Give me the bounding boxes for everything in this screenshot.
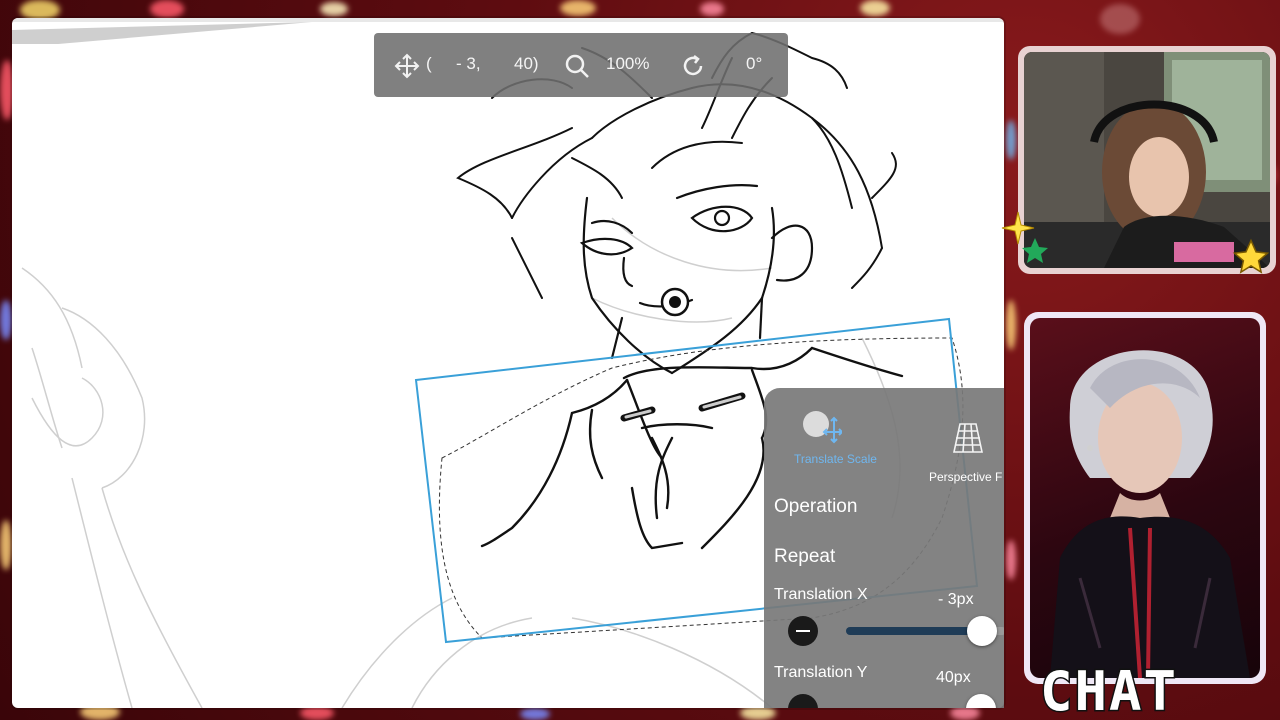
transform-panel: Translate Scale Perspective F Operation … — [764, 388, 1004, 708]
translation-x-slider-knob[interactable] — [967, 616, 997, 646]
webcam-feed — [1024, 52, 1270, 268]
mode-label-perspective: Perspective F — [929, 470, 1003, 484]
yellow-star-icon — [1232, 238, 1270, 274]
green-star-icon — [1022, 238, 1048, 263]
translate-scale-icon — [802, 408, 844, 449]
character-portrait-frame — [1024, 312, 1266, 684]
translation-y-label: Translation Y — [774, 664, 868, 681]
rotate-icon — [680, 53, 706, 79]
move-arrows-icon — [394, 53, 420, 79]
character-portrait — [1030, 318, 1260, 678]
translation-y-decrement-button[interactable] — [788, 694, 818, 708]
translation-y-slider-knob[interactable] — [966, 694, 996, 708]
coord-open-paren: ( — [426, 54, 432, 73]
rotation-readout: 0° — [746, 54, 763, 73]
mode-perspective[interactable]: Perspective F — [914, 398, 1004, 484]
translate-x-readout: - 3, — [456, 54, 481, 73]
transform-info-toolbar: ( - 3, 40) 100% 0° — [374, 33, 788, 97]
translation-y-value: 40px — [936, 669, 971, 686]
mode-translate-scale[interactable]: Translate Scale — [792, 398, 892, 466]
operation-label[interactable]: Operation — [774, 496, 857, 518]
translation-x-value: - 3px — [938, 591, 974, 608]
pivot-handle — [660, 287, 690, 317]
mode-label-translate-scale: Translate Scale — [794, 452, 877, 466]
translation-x-label: Translation X — [774, 586, 868, 603]
perspective-grid-icon — [952, 422, 984, 459]
chat-label: CHAT — [1039, 660, 1179, 720]
repeat-label[interactable]: Repeat — [774, 546, 835, 568]
magnifier-icon — [564, 53, 590, 79]
translation-x-decrement-button[interactable] — [788, 616, 818, 646]
translate-y-readout: 40) — [514, 54, 539, 73]
zoom-readout: 100% — [606, 54, 650, 73]
